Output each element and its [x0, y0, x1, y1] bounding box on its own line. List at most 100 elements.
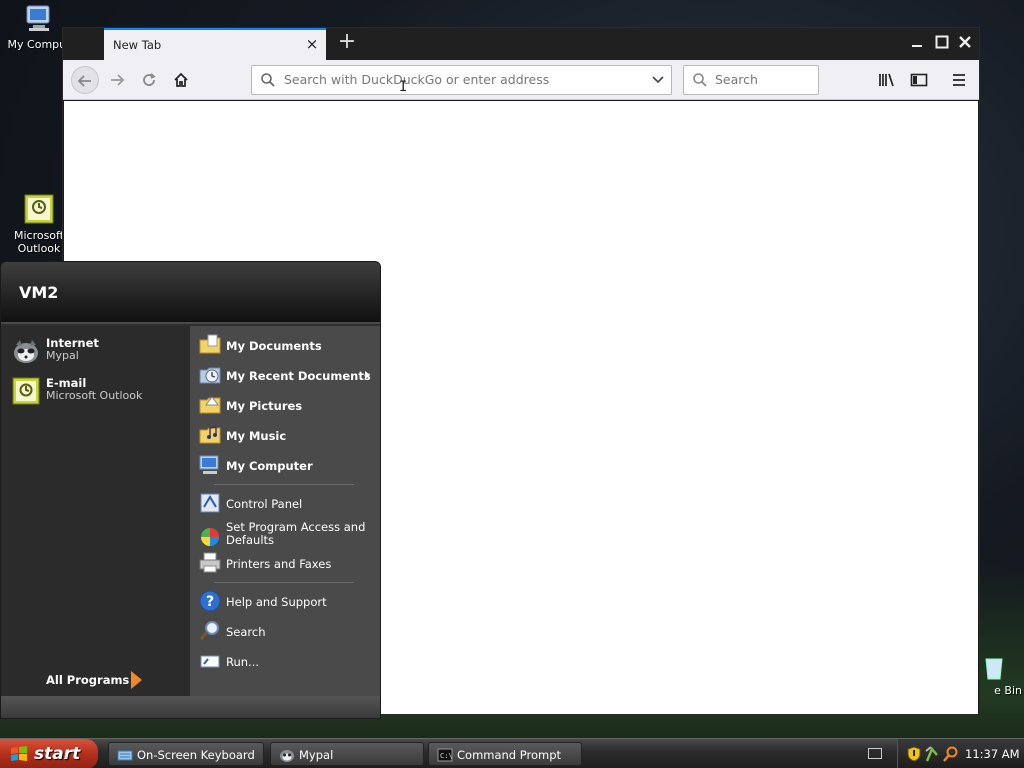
menu-item-label: Control Panel [226, 497, 303, 511]
menu-item-printers-and-faxes[interactable]: Printers and Faxes [198, 550, 378, 578]
windows-logo-icon [10, 746, 28, 762]
menu-item-my-music[interactable]: My Music [198, 422, 378, 450]
menu-separator [214, 582, 354, 583]
pinned-title: E-mail [46, 376, 87, 390]
chevron-down-icon[interactable] [651, 70, 665, 91]
taskbar-item-label: On-Screen Keyboard [137, 748, 255, 762]
search-placeholder: Search [715, 72, 758, 87]
sidebar-icon[interactable] [905, 66, 933, 94]
search-icon [692, 72, 708, 91]
taskbar-item-command-prompt[interactable]: C:\ Command Prompt [428, 742, 582, 766]
menu-item-search[interactable]: Search [198, 618, 378, 646]
tab-bar: New Tab × + [63, 28, 979, 60]
mypal-icon [11, 336, 41, 366]
help-icon: ? [198, 589, 222, 613]
tab-title: New Tab [113, 38, 162, 52]
folder-documents-icon [198, 333, 222, 357]
menu-item-label: My Music [226, 429, 287, 443]
start-menu-header: VM2 [1, 262, 380, 324]
menu-item-my-documents[interactable]: My Documents [198, 332, 378, 360]
search-icon [260, 72, 276, 91]
clock[interactable]: 11:37 AM [965, 747, 1020, 761]
mypal-icon [279, 747, 295, 763]
menu-item-label: Printers and Faxes [226, 557, 332, 571]
tab-new-tab[interactable]: New Tab × [104, 28, 326, 60]
submenu-arrow-icon [365, 371, 370, 379]
back-icon[interactable] [71, 66, 99, 94]
menu-item-label: Set Program Access and Defaults [226, 520, 366, 547]
taskbar: start On-Screen Keyboard Mypal C:\ Comma… [0, 738, 1024, 768]
taskbar-item-mypal[interactable]: Mypal [270, 742, 424, 766]
library-icon[interactable] [873, 66, 901, 94]
menu-item-my-computer[interactable]: My Computer [198, 452, 378, 480]
menu-item-label: My Recent Documents [226, 369, 371, 383]
menu-item-label: My Documents [226, 339, 322, 353]
menu-item-set-program-access[interactable]: Set Program Access and Defaults [198, 520, 378, 552]
menu-item-label: Search [226, 625, 266, 639]
start-menu-places: My Documents My Recent Documents My Pict… [190, 326, 380, 698]
menu-icon[interactable] [945, 66, 973, 94]
keyboard-icon [117, 747, 133, 763]
pinned-subtitle: Mypal [46, 349, 79, 362]
taskbar-item-label: Command Prompt [457, 748, 562, 762]
pinned-internet[interactable]: Internet Mypal [11, 334, 186, 368]
search-icon [198, 619, 222, 643]
computer-icon [198, 453, 222, 477]
all-programs-button[interactable]: All Programs [46, 673, 129, 687]
address-placeholder: Search with DuckDuckGo or enter address [284, 72, 550, 87]
network-icon[interactable] [924, 745, 940, 766]
pinned-title: Internet [46, 336, 99, 350]
recent-documents-icon [198, 363, 222, 387]
address-bar[interactable]: Search with DuckDuckGo or enter address [251, 65, 672, 95]
pinned-email[interactable]: E-mail Microsoft Outlook [11, 374, 186, 408]
svg-text:?: ? [206, 594, 214, 610]
pinned-subtitle: Microsoft Outlook [46, 389, 143, 402]
security-shield-icon[interactable] [907, 746, 921, 765]
start-menu-footer [1, 696, 380, 718]
text-cursor-icon: I [399, 79, 408, 95]
home-icon[interactable] [167, 66, 195, 94]
folder-music-icon [198, 423, 222, 447]
reload-icon[interactable] [135, 66, 163, 94]
user-name: VM2 [19, 283, 59, 302]
menu-separator [214, 484, 354, 485]
recycle-bin-icon [982, 655, 1006, 681]
menu-item-run[interactable]: Run... [198, 648, 378, 676]
keyboard-language-icon[interactable] [868, 748, 882, 759]
run-icon [198, 649, 222, 673]
minimize-icon[interactable] [907, 32, 927, 52]
taskbar-item-on-screen-keyboard[interactable]: On-Screen Keyboard [108, 742, 264, 766]
maximize-icon[interactable] [932, 32, 952, 52]
menu-item-control-panel[interactable]: Control Panel [198, 490, 378, 518]
program-access-icon [198, 525, 222, 549]
start-menu: VM2 Internet Mypal E-mail Microsoft Outl… [0, 261, 381, 719]
outlook-icon [23, 181, 55, 224]
control-panel-icon [198, 491, 222, 515]
menu-item-label: Run... [226, 655, 260, 669]
menu-item-label: My Computer [226, 459, 313, 473]
start-label: start [34, 744, 81, 764]
new-tab-button[interactable]: + [335, 31, 359, 55]
arrow-right-icon [131, 671, 142, 689]
close-window-icon[interactable] [955, 32, 975, 52]
start-button[interactable]: start [0, 739, 98, 768]
menu-item-my-recent-documents[interactable]: My Recent Documents [198, 362, 378, 390]
close-tab-icon[interactable]: × [304, 36, 320, 52]
system-tray: 11:37 AM [897, 739, 1024, 768]
svg-text:C:\: C:\ [440, 752, 453, 760]
taskbar-item-label: Mypal [299, 748, 334, 762]
menu-item-help-and-support[interactable]: ? Help and Support [198, 588, 378, 616]
menu-item-label: Help and Support [226, 595, 327, 609]
menu-item-my-pictures[interactable]: My Pictures [198, 392, 378, 420]
search-tray-icon[interactable] [943, 746, 959, 765]
nav-toolbar: Search with DuckDuckGo or enter address … [63, 60, 979, 100]
menu-item-label: My Pictures [226, 399, 303, 413]
start-menu-pinned: Internet Mypal E-mail Microsoft Outlook [1, 326, 190, 698]
command-prompt-icon: C:\ [437, 747, 453, 763]
computer-icon [23, 3, 55, 35]
folder-pictures-icon [198, 393, 222, 417]
forward-icon[interactable] [103, 66, 131, 94]
outlook-icon [11, 376, 41, 406]
search-box[interactable]: Search [683, 65, 819, 95]
printer-icon [198, 551, 222, 575]
